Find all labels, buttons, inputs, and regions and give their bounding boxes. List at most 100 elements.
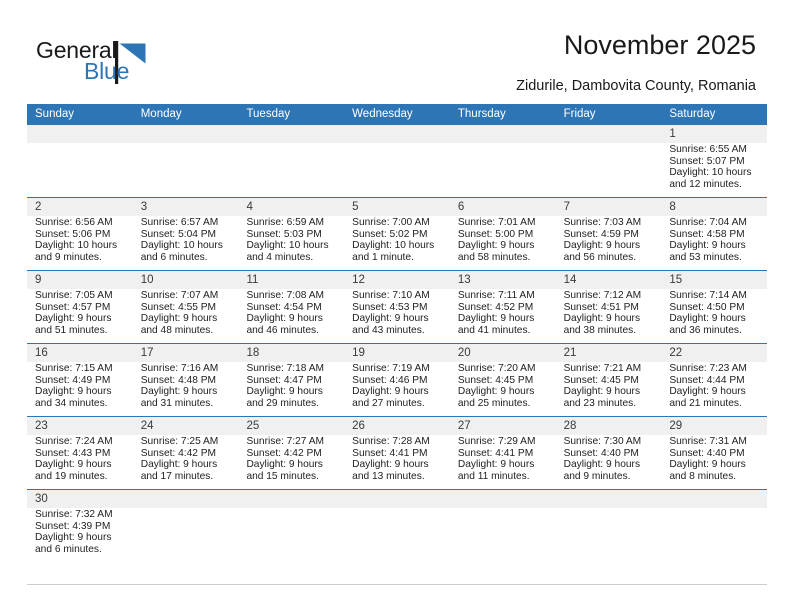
calendar-day-cell[interactable]: 26 Sunrise: 7:28 AM Sunset: 4:41 PM Dayligh…: [344, 417, 450, 489]
day-number: 10: [140, 274, 154, 286]
sunrise-text: Sunrise: 7:07 AM: [140, 290, 219, 301]
day-number: 6: [457, 201, 465, 213]
sunset-text: Sunset: 4:41 PM: [457, 447, 534, 459]
calendar-day-cell[interactable]: 30 Sunrise: 7:32 AM Sunset: 4:39 PM Dayligh…: [27, 490, 133, 570]
calendar-day-cell[interactable]: 10 Sunrise: 7:07 AM Sunset: 4:55 PM Dayligh…: [133, 271, 239, 343]
daylight-text-line2: and 9 minutes.: [35, 251, 102, 263]
day-number: 11: [246, 274, 259, 286]
day-number: 5: [352, 201, 359, 213]
week-cells: 2 Sunrise: 6:56 AM Sunset: 5:06 PM Daylight…: [27, 198, 767, 270]
calendar-day-cell[interactable]: 28 Sunrise: 7:30 AM Sunset: 4:40 PM Dayligh…: [556, 417, 662, 489]
day-details: Sunrise: 7:00 AM Sunset: 5:02 PM Daylight:…: [352, 217, 444, 263]
sunset-text: Sunset: 4:39 PM: [35, 520, 111, 532]
day-number: 9: [35, 274, 42, 286]
calendar-day-cell[interactable]: 14 Sunrise: 7:12 AM Sunset: 4:51 PM Dayligh…: [556, 271, 662, 343]
day-details: Sunrise: 7:30 AM Sunset: 4:40 PM Daylight:…: [564, 436, 656, 482]
day-number: 16: [35, 347, 48, 359]
calendar-day-cell[interactable]: 2 Sunrise: 6:56 AM Sunset: 5:06 PM Daylight…: [27, 198, 133, 270]
calendar-day-cell[interactable]: 17 Sunrise: 7:16 AM Sunset: 4:48 PM Dayligh…: [133, 344, 239, 416]
sunrise-text: Sunrise: 7:25 AM: [140, 436, 219, 447]
calendar-day-cell-empty: [556, 125, 662, 197]
general-blue-logo[interactable]: General Blue: [36, 38, 186, 88]
calendar-day-cell[interactable]: 13 Sunrise: 7:11 AM Sunset: 4:52 PM Dayligh…: [450, 271, 556, 343]
daylight-text-line1: Daylight: 9 hours: [246, 313, 323, 325]
calendar-day-cell[interactable]: 20 Sunrise: 7:20 AM Sunset: 4:45 PM Dayligh…: [450, 344, 556, 416]
calendar-day-cell[interactable]: 7 Sunrise: 7:03 AM Sunset: 4:59 PM Daylight…: [556, 198, 662, 270]
sunset-text: Sunset: 4:40 PM: [563, 447, 639, 459]
sunset-text: Sunset: 4:55 PM: [140, 301, 217, 313]
calendar-day-cell[interactable]: 1 Sunrise: 6:55 AM Sunset: 5:07 PM Daylight…: [661, 125, 767, 197]
sunrise-text: Sunrise: 7:20 AM: [457, 363, 536, 374]
daylight-text-line1: Daylight: 9 hours: [669, 386, 746, 398]
sunset-text: Sunset: 4:42 PM: [246, 447, 322, 459]
calendar-day-cell[interactable]: 12 Sunrise: 7:10 AM Sunset: 4:53 PM Dayligh…: [344, 271, 450, 343]
day-details: Sunrise: 6:56 AM Sunset: 5:06 PM Daylight:…: [35, 217, 127, 263]
calendar-day-cell[interactable]: 24 Sunrise: 7:25 AM Sunset: 4:42 PM Dayligh…: [133, 417, 239, 489]
day-number: 19: [352, 347, 365, 359]
sunset-text: Sunset: 5:02 PM: [352, 228, 428, 240]
calendar-day-cell[interactable]: 27 Sunrise: 7:29 AM Sunset: 4:41 PM Dayligh…: [450, 417, 556, 489]
calendar-week-row: 2 Sunrise: 6:56 AM Sunset: 5:06 PM Daylight…: [27, 197, 767, 270]
day-details: Sunrise: 7:01 AM Sunset: 5:00 PM Daylight:…: [458, 217, 550, 263]
day-details: Sunrise: 7:21 AM Sunset: 4:45 PM Daylight:…: [564, 363, 656, 409]
day-number: 14: [563, 274, 577, 286]
calendar-day-cell[interactable]: 5 Sunrise: 7:00 AM Sunset: 5:02 PM Daylight…: [344, 198, 450, 270]
day-details: Sunrise: 7:19 AM Sunset: 4:46 PM Daylight:…: [352, 363, 444, 409]
calendar-day-cell[interactable]: 21 Sunrise: 7:21 AM Sunset: 4:45 PM Dayligh…: [556, 344, 662, 416]
day-number: 12: [352, 274, 365, 286]
calendar-day-cell[interactable]: 11 Sunrise: 7:08 AM Sunset: 4:54 PM Dayligh…: [238, 271, 344, 343]
day-number: 22: [669, 347, 683, 359]
sunrise-text: Sunrise: 7:18 AM: [246, 363, 325, 374]
daylight-text-line2: and 34 minutes.: [35, 397, 108, 409]
day-number: 24: [140, 420, 154, 432]
calendar-day-cell[interactable]: 8 Sunrise: 7:04 AM Sunset: 4:58 PM Daylight…: [661, 198, 767, 270]
sunrise-text: Sunrise: 7:08 AM: [246, 290, 325, 301]
calendar-week-row: 30 Sunrise: 7:32 AM Sunset: 4:39 PM Dayligh…: [27, 489, 767, 570]
daylight-text-line2: and 6 minutes.: [140, 251, 208, 263]
daylight-text-line1: Daylight: 9 hours: [563, 313, 641, 325]
week-cells: 1 Sunrise: 6:55 AM Sunset: 5:07 PM Daylight…: [27, 125, 767, 197]
calendar-day-cell[interactable]: 19 Sunrise: 7:19 AM Sunset: 4:46 PM Dayligh…: [344, 344, 450, 416]
calendar-day-cell[interactable]: 6 Sunrise: 7:01 AM Sunset: 5:00 PM Daylight…: [450, 198, 556, 270]
daylight-text-line1: Daylight: 9 hours: [140, 386, 218, 398]
daylight-text-line1: Daylight: 9 hours: [457, 459, 535, 471]
daylight-text-line1: Daylight: 9 hours: [352, 459, 429, 471]
calendar-day-cell[interactable]: 22 Sunrise: 7:23 AM Sunset: 4:44 PM Dayligh…: [661, 344, 767, 416]
day-number: 20: [457, 347, 471, 359]
sunset-text: Sunset: 4:51 PM: [563, 301, 639, 313]
calendar-day-cell[interactable]: 4 Sunrise: 6:59 AM Sunset: 5:03 PM Daylight…: [238, 198, 344, 270]
day-details: Sunrise: 7:18 AM Sunset: 4:47 PM Daylight:…: [246, 363, 338, 409]
calendar-day-cell[interactable]: 25 Sunrise: 7:27 AM Sunset: 4:42 PM Dayligh…: [238, 417, 344, 489]
sunrise-text: Sunrise: 7:30 AM: [563, 436, 642, 447]
daylight-text-line2: and 36 minutes.: [669, 324, 742, 336]
calendar-day-cell[interactable]: 18 Sunrise: 7:18 AM Sunset: 4:47 PM Dayligh…: [238, 344, 344, 416]
calendar-day-cell[interactable]: 23 Sunrise: 7:24 AM Sunset: 4:43 PM Dayligh…: [27, 417, 133, 489]
sunrise-text: Sunrise: 7:19 AM: [352, 363, 430, 374]
page-header: General Blue November 2025 Zidurile, Dam…: [0, 0, 792, 104]
daylight-text-line2: and 41 minutes.: [457, 324, 531, 336]
daylight-text-line1: Daylight: 9 hours: [563, 459, 641, 471]
daylight-text-line2: and 21 minutes.: [669, 397, 742, 409]
calendar-day-cell[interactable]: 29 Sunrise: 7:31 AM Sunset: 4:40 PM Dayligh…: [661, 417, 767, 489]
daylight-text-line2: and 13 minutes.: [352, 470, 425, 482]
sunset-text: Sunset: 4:42 PM: [140, 447, 217, 459]
sunset-text: Sunset: 4:52 PM: [457, 301, 534, 313]
calendar-day-cell[interactable]: 3 Sunrise: 6:57 AM Sunset: 5:04 PM Daylight…: [133, 198, 239, 270]
calendar-day-cell[interactable]: 16 Sunrise: 7:15 AM Sunset: 4:49 PM Dayligh…: [27, 344, 133, 416]
calendar-day-cell[interactable]: 9 Sunrise: 7:05 AM Sunset: 4:57 PM Daylight…: [27, 271, 133, 343]
sunset-text: Sunset: 4:47 PM: [246, 374, 322, 386]
daylight-text-line2: and 15 minutes.: [246, 470, 319, 482]
day-details: Sunrise: 7:04 AM Sunset: 4:58 PM Daylight:…: [669, 217, 761, 263]
daylight-text-line1: Daylight: 9 hours: [457, 240, 535, 252]
daylight-text-line1: Daylight: 9 hours: [246, 459, 323, 471]
sunset-text: Sunset: 5:04 PM: [140, 228, 217, 240]
weekday-header-saturday: Saturday: [669, 108, 716, 120]
calendar-day-cell[interactable]: 15 Sunrise: 7:14 AM Sunset: 4:50 PM Dayligh…: [661, 271, 767, 343]
daylight-text-line1: Daylight: 9 hours: [35, 386, 112, 398]
weekday-header-thursday: Thursday: [457, 108, 506, 120]
day-number: 3: [140, 201, 148, 213]
daylight-text-line1: Daylight: 10 hours: [352, 240, 435, 252]
calendar-bottom-rule: [27, 584, 767, 585]
daylight-text-line1: Daylight: 9 hours: [669, 459, 746, 471]
day-number: 21: [563, 347, 577, 359]
